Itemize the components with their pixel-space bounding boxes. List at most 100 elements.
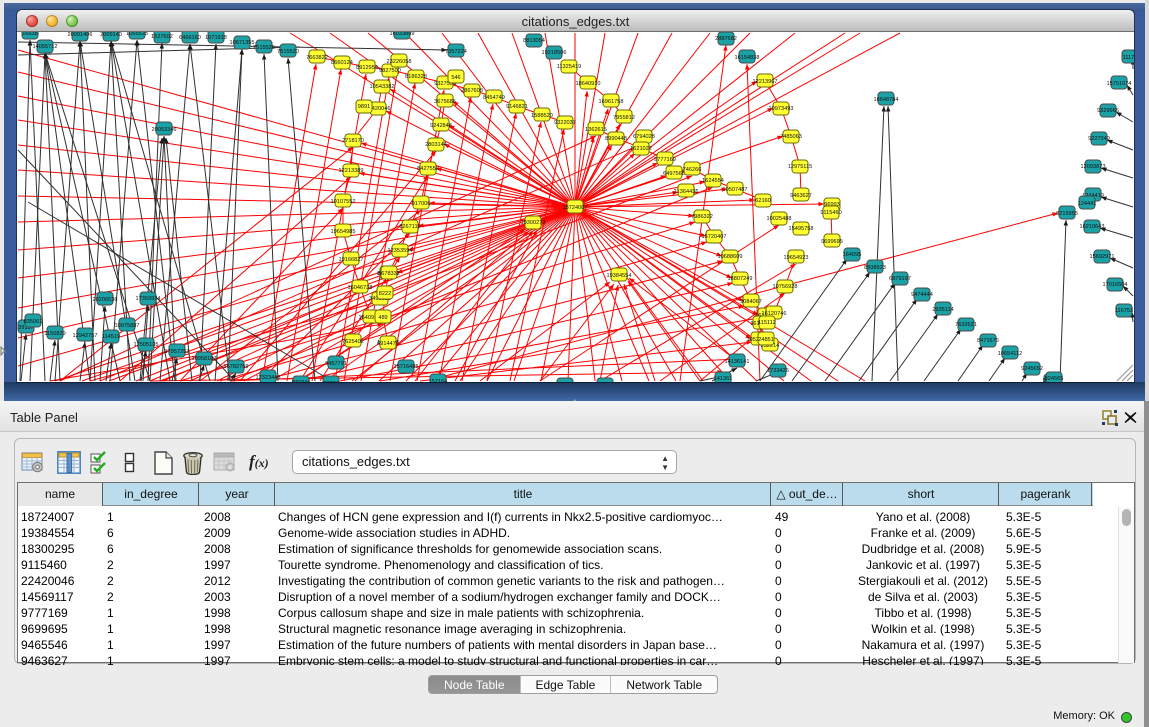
svg-text:932344: 932344 [292, 380, 311, 382]
svg-text:14136141: 14136141 [725, 359, 750, 365]
svg-text:10671355: 10671355 [230, 40, 255, 46]
svg-text:19384554: 19384554 [607, 273, 632, 279]
svg-text:8215955: 8215955 [1056, 211, 1078, 217]
svg-text:7485063: 7485063 [780, 134, 802, 140]
svg-text:489: 489 [378, 315, 387, 321]
svg-text:20091406: 20091406 [68, 32, 93, 38]
svg-text:1621022: 1621022 [630, 146, 652, 152]
svg-text:15720407: 15720407 [702, 234, 727, 240]
svg-text:62160: 62160 [755, 198, 771, 204]
svg-text:7632621: 7632621 [955, 322, 977, 328]
svg-text:2803144: 2803144 [425, 142, 447, 148]
svg-text:18807249: 18807249 [728, 276, 753, 282]
svg-text:8427552: 8427552 [417, 166, 439, 172]
svg-text:8813054: 8813054 [523, 38, 545, 44]
svg-text:14055712: 14055712 [33, 44, 58, 50]
svg-text:23226058: 23226058 [387, 59, 412, 65]
svg-text:17957253: 17957253 [165, 349, 190, 355]
svg-text:12093873: 12093873 [1081, 164, 1106, 170]
svg-text:9115460: 9115460 [820, 210, 841, 216]
svg-text:124441: 124441 [1078, 201, 1097, 207]
svg-text:12213389: 12213389 [339, 168, 364, 174]
svg-text:20053346: 20053346 [152, 127, 177, 133]
svg-text:9777169: 9777169 [654, 157, 676, 163]
svg-text:9699695: 9699695 [821, 239, 843, 245]
svg-text:114519: 114519 [102, 334, 120, 340]
svg-text:12975115: 12975115 [788, 164, 812, 170]
svg-text:10107552: 10107552 [331, 199, 356, 205]
svg-text:12323448: 12323448 [256, 375, 281, 381]
svg-text:9329966: 9329966 [1097, 108, 1119, 114]
svg-text:7663822: 7663822 [306, 55, 328, 61]
svg-text:6914479: 6914479 [377, 341, 399, 347]
svg-text:1156829: 1156829 [44, 331, 65, 337]
svg-text:8990448: 8990448 [605, 136, 627, 142]
svg-text:9146821: 9146821 [506, 104, 528, 110]
svg-text:16210643: 16210643 [1080, 224, 1105, 230]
svg-text:164095: 164095 [843, 252, 862, 258]
svg-text:24851: 24851 [758, 337, 774, 343]
svg-text:21364436: 21364436 [674, 189, 699, 195]
svg-text:1624554: 1624554 [702, 178, 724, 184]
svg-text:18640910: 18640910 [576, 81, 601, 87]
svg-text:10958107: 10958107 [192, 356, 217, 362]
svg-text:10688609: 10688609 [718, 254, 743, 260]
svg-text:8678332: 8678332 [378, 271, 400, 277]
svg-text:9242848: 9242848 [430, 123, 452, 129]
svg-text:9227349: 9227349 [1088, 136, 1110, 142]
svg-text:1071918: 1071918 [205, 35, 227, 41]
svg-text:10973493: 10973493 [769, 106, 794, 112]
svg-text:3675685: 3675685 [434, 99, 456, 105]
svg-text:15495758: 15495758 [789, 226, 814, 232]
svg-text:7955812: 7955812 [613, 115, 635, 121]
svg-text:9474444: 9474444 [911, 292, 933, 298]
svg-text:16033809: 16033809 [390, 32, 415, 37]
svg-text:1362615: 1362615 [585, 127, 607, 133]
svg-text:746266: 746266 [683, 167, 702, 173]
svg-text:16046738: 16046738 [348, 285, 373, 291]
svg-text:2887682: 2887682 [715, 36, 737, 42]
svg-text:2867608: 2867608 [461, 88, 483, 94]
svg-text:7515526: 7515526 [253, 45, 275, 51]
svg-text:12942757: 12942757 [73, 333, 98, 339]
svg-text:2009140: 2009140 [100, 32, 122, 38]
svg-text:15716485: 15716485 [394, 364, 419, 370]
svg-text:7986322: 7986322 [691, 214, 713, 220]
svg-text:6497568: 6497568 [663, 171, 685, 177]
svg-text:19300273: 19300273 [521, 220, 546, 226]
svg-text:8938923: 8938923 [864, 265, 886, 271]
svg-text:141361: 141361 [714, 376, 733, 382]
svg-text:16648784: 16648784 [874, 97, 899, 103]
svg-text:10756928: 10756928 [773, 284, 798, 290]
svg-text:9891: 9891 [358, 104, 370, 110]
svg-text:924565: 924565 [1045, 376, 1064, 382]
svg-text:8454749: 8454749 [483, 95, 505, 101]
svg-text:15692971: 15692971 [1090, 254, 1115, 260]
svg-text:6879197: 6879197 [889, 276, 911, 282]
svg-text:7357224: 7357224 [445, 49, 467, 55]
svg-text:9457791: 9457791 [325, 361, 347, 367]
svg-text:19166827: 19166827 [339, 257, 364, 263]
svg-text:6466160: 6466160 [179, 35, 201, 41]
svg-text:9322037: 9322037 [554, 120, 576, 126]
svg-text:917006: 917006 [412, 201, 431, 207]
svg-text:16638: 16638 [22, 32, 38, 37]
svg-text:17016504: 17016504 [1103, 282, 1128, 288]
svg-text:8222: 8222 [379, 291, 391, 297]
svg-text:19654985: 19654985 [331, 229, 356, 235]
svg-text:93234: 93234 [323, 381, 339, 382]
svg-text:115112: 115112 [758, 320, 776, 326]
svg-text:7515520: 7515520 [277, 49, 299, 55]
svg-text:12505135: 12505135 [134, 342, 159, 348]
svg-text:1527602: 1527602 [151, 34, 173, 40]
svg-text:20206536: 20206536 [93, 297, 118, 303]
svg-text:9827500: 9827500 [379, 68, 401, 74]
svg-text:11325419: 11325419 [557, 64, 581, 70]
svg-text:9463627: 9463627 [790, 193, 812, 199]
svg-text:116753: 116753 [1115, 308, 1133, 314]
svg-text:18724007: 18724007 [563, 205, 588, 211]
svg-text:10025488: 10025488 [767, 216, 792, 222]
svg-text:2718170: 2718170 [342, 138, 364, 144]
svg-text:9245652: 9245652 [1021, 366, 1043, 372]
svg-text:10543382: 10543382 [370, 84, 395, 90]
